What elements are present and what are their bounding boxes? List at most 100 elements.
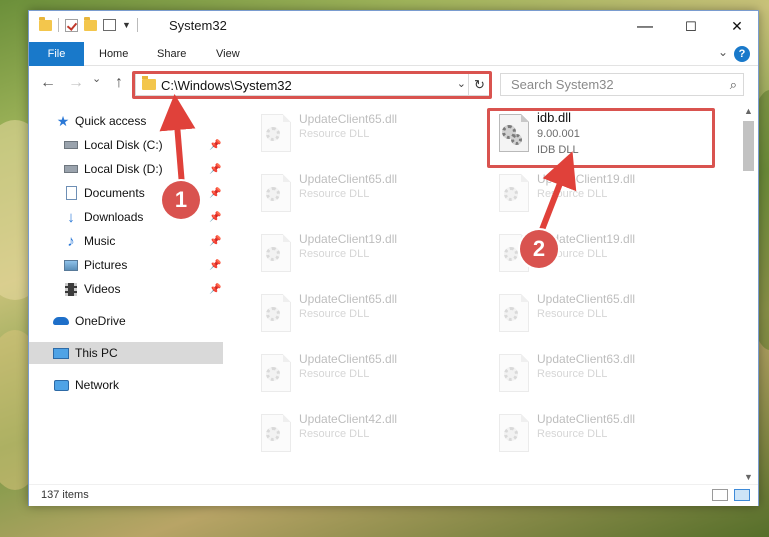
file-tile[interactable]: UpdateClient65.dll Resource DLL	[487, 286, 707, 340]
tab-file[interactable]: File	[29, 42, 84, 66]
dll-file-icon	[261, 354, 291, 392]
up-button[interactable]: ↑	[115, 74, 123, 92]
chevron-down-icon[interactable]: ⌄	[457, 77, 466, 90]
explorer-window: ▼ System32 — ☐ ✕ File Home Share View ⌄ …	[28, 10, 759, 506]
search-input[interactable]	[501, 74, 711, 95]
toolbar-divider	[58, 18, 59, 32]
downloads-icon: ↓	[67, 208, 75, 226]
details-view-button[interactable]	[712, 489, 728, 501]
expand-ribbon-icon[interactable]: ⌄	[718, 45, 728, 59]
file-type: Resource DLL	[299, 368, 370, 380]
maximize-button[interactable]: ☐	[668, 11, 714, 42]
idb-file-highlight-box	[487, 108, 715, 168]
help-icon[interactable]: ?	[734, 46, 750, 62]
pin-icon[interactable]: 📌	[209, 212, 221, 223]
file-tile[interactable]: UpdateClient65.dll Resource DLL	[249, 346, 469, 400]
file-type: Resource DLL	[299, 248, 370, 260]
file-name: UpdateClient63.dll	[537, 352, 636, 366]
scroll-up-icon[interactable]: ▲	[744, 106, 753, 116]
cloud-icon	[53, 314, 69, 328]
properties-icon[interactable]	[103, 19, 116, 31]
file-type: Resource DLL	[537, 308, 608, 320]
tab-share[interactable]: Share	[157, 42, 186, 66]
title-bar: ▼ System32 — ☐ ✕	[29, 11, 758, 42]
file-tile[interactable]: UpdateClient19.dll Resource DLL	[487, 166, 707, 220]
customize-toolbar-icon[interactable]: ▼	[122, 20, 131, 30]
sidebar-item-onedrive[interactable]: OneDrive	[29, 310, 223, 332]
pin-icon[interactable]: 📌	[209, 260, 221, 271]
search-box[interactable]: ⌕	[500, 73, 744, 96]
sidebar-item-music[interactable]: ♪ Music 📌	[29, 230, 223, 252]
pin-icon[interactable]: 📌	[209, 140, 221, 151]
file-type: Resource DLL	[299, 308, 370, 320]
new-folder-icon[interactable]	[84, 16, 97, 31]
file-tile[interactable]: UpdateClient65.dll Resource DLL	[487, 406, 707, 460]
file-type: Resource DLL	[537, 428, 608, 440]
checkmark-properties-icon[interactable]	[65, 18, 78, 32]
file-name: UpdateClient65.dll	[299, 352, 398, 366]
status-bar: 137 items	[29, 484, 758, 506]
sidebar-item-quick-access[interactable]: ★ Quick access	[29, 110, 223, 132]
dll-file-icon	[499, 174, 529, 212]
pin-icon[interactable]: 📌	[209, 164, 221, 175]
sidebar-item-network[interactable]: Network	[29, 374, 223, 396]
sidebar-item-this-pc[interactable]: This PC	[29, 342, 223, 364]
item-count: 137 items	[41, 489, 89, 501]
sidebar-item-label: Network	[75, 378, 120, 392]
sidebar-item-label: OneDrive	[75, 314, 126, 328]
folder-icon	[142, 76, 156, 90]
close-button[interactable]: ✕	[714, 11, 760, 42]
window-title: System32	[169, 18, 227, 33]
pin-icon[interactable]: 📌	[209, 188, 221, 199]
sidebar-item-label: Pictures	[84, 258, 128, 272]
sidebar-item-label: Quick access	[75, 114, 147, 128]
file-tile[interactable]: UpdateClient63.dll Resource DLL	[487, 346, 707, 400]
network-icon	[53, 378, 69, 392]
dll-file-icon	[261, 234, 291, 272]
file-type: Resource DLL	[299, 128, 370, 140]
sidebar-item-label: Music	[84, 234, 116, 248]
file-name: UpdateClient65.dll	[299, 172, 398, 186]
file-name: UpdateClient19.dll	[537, 172, 636, 186]
minimize-button[interactable]: —	[622, 11, 668, 42]
address-path[interactable]: C:\Windows\System32	[161, 78, 292, 93]
sidebar-item-videos[interactable]: Videos 📌	[29, 278, 223, 300]
videos-icon	[63, 282, 79, 296]
monitor-icon	[53, 346, 69, 360]
scroll-down-icon[interactable]: ▼	[744, 472, 753, 482]
file-name: UpdateClient65.dll	[537, 412, 636, 426]
toolbar-divider	[136, 18, 138, 32]
sidebar-item-pictures[interactable]: Pictures 📌	[29, 254, 223, 276]
forward-button[interactable]: →	[68, 74, 84, 92]
file-tile[interactable]: UpdateClient65.dll Resource DLL	[249, 166, 469, 220]
tab-view[interactable]: View	[216, 42, 240, 66]
address-bar[interactable]: C:\Windows\System32 ⌄ ↻	[135, 73, 491, 96]
file-tile[interactable]: UpdateClient42.dll Resource DLL	[249, 406, 469, 460]
folder-icon[interactable]	[39, 16, 52, 31]
back-button[interactable]: ←	[40, 74, 56, 92]
tab-home[interactable]: Home	[99, 42, 128, 66]
tiles-view-button[interactable]	[734, 489, 750, 501]
drive-icon	[63, 162, 79, 176]
pin-icon[interactable]: 📌	[209, 284, 221, 295]
file-name: UpdateClient19.dll	[299, 232, 398, 246]
file-tile[interactable]: UpdateClient65.dll Resource DLL	[249, 286, 469, 340]
file-type: Resource DLL	[299, 188, 370, 200]
sidebar-item-local-disk-c[interactable]: Local Disk (C:) 📌	[29, 134, 223, 156]
sidebar-item-label: Downloads	[84, 210, 144, 224]
ribbon-tabs: File Home Share View ⌄ ?	[29, 42, 758, 66]
scrollbar-thumb[interactable]	[743, 121, 754, 171]
file-tile[interactable]: UpdateClient65.dll Resource DLL	[249, 106, 469, 160]
sidebar-item-label: Videos	[84, 282, 121, 296]
dll-file-icon	[499, 354, 529, 392]
documents-icon	[63, 186, 79, 200]
refresh-button[interactable]: ↻	[468, 74, 490, 95]
recent-locations-button[interactable]: ⌄	[92, 72, 101, 85]
sidebar-item-label: Local Disk (D:)	[84, 162, 163, 176]
file-tile[interactable]: UpdateClient19.dll Resource DLL	[249, 226, 469, 280]
sidebar-item-local-disk-d[interactable]: Local Disk (D:) 📌	[29, 158, 223, 180]
sidebar-item-label: This PC	[75, 346, 118, 360]
pin-icon[interactable]: 📌	[209, 236, 221, 247]
search-icon[interactable]: ⌕	[730, 77, 737, 93]
vertical-scrollbar[interactable]: ▲ ▼	[740, 104, 757, 484]
